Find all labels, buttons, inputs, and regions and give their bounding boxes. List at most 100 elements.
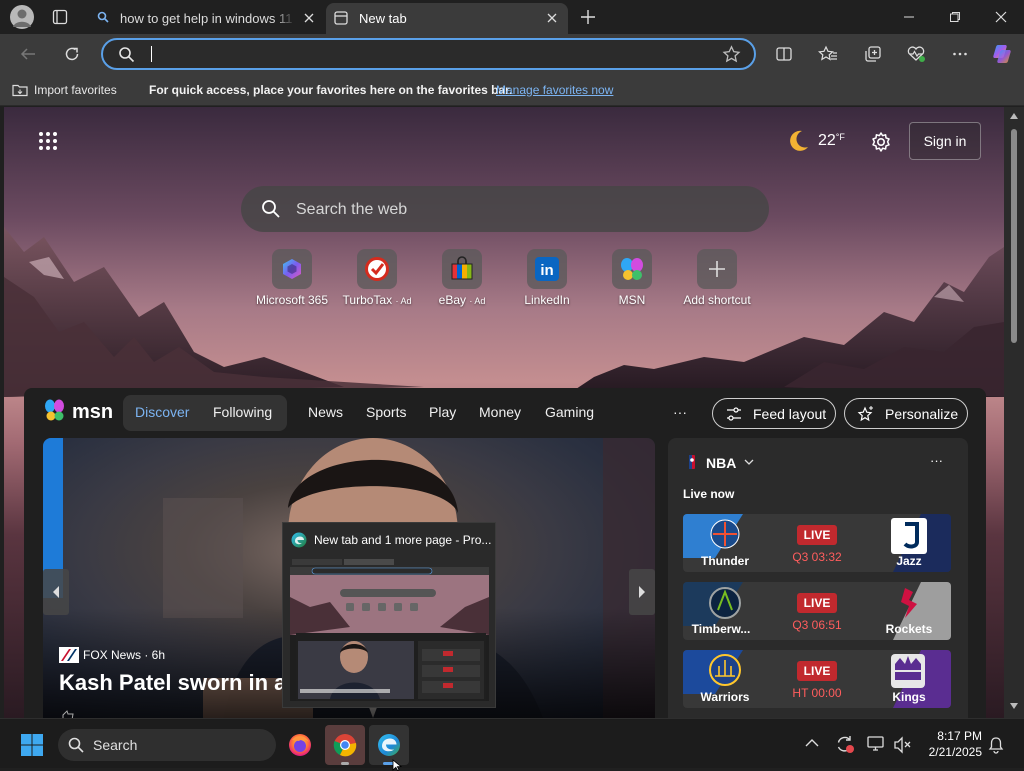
shortcut-linkedin[interactable]: in (527, 249, 567, 289)
chrome-icon (333, 734, 357, 757)
taskbar-search-box[interactable]: Search (58, 729, 276, 761)
add-shortcut-button[interactable] (697, 249, 737, 289)
tab-discover[interactable]: Discover (135, 404, 189, 420)
msn-brand: msn (72, 401, 114, 423)
page-scrollbar[interactable] (1004, 107, 1024, 718)
minimize-button[interactable] (886, 0, 932, 34)
sign-in-button[interactable]: Sign in (909, 122, 981, 160)
away-team: Jazz (896, 554, 922, 568)
scrollbar-thumb[interactable] (1011, 129, 1017, 343)
news-source: FOX News · 6h (83, 648, 166, 662)
search-placeholder: Search the web (296, 201, 408, 218)
collections-button[interactable] (857, 38, 889, 70)
mouse-cursor-icon (392, 759, 402, 771)
address-input-caret[interactable] (151, 46, 152, 62)
msn-logo-icon[interactable] (43, 398, 69, 424)
temperature-unit: °F (835, 132, 845, 142)
feed-layout-button[interactable]: Feed layout (712, 398, 836, 429)
apps-launcher-icon[interactable] (38, 131, 58, 151)
close-window-button[interactable] (978, 0, 1024, 34)
linkedin-icon: in (535, 257, 559, 281)
personalize-button[interactable]: Personalize (844, 398, 968, 429)
search-icon (68, 737, 84, 753)
carousel-next-button[interactable] (629, 569, 655, 615)
game-thunder-jazz[interactable]: LIVE Q3 03:32 Thunder Jazz (683, 514, 951, 572)
navigation-bar (0, 34, 1024, 74)
tab-following[interactable]: Following (213, 404, 272, 420)
nav-money[interactable]: Money (479, 404, 521, 420)
chevron-down-icon[interactable] (744, 459, 754, 466)
shortcut-ebay[interactable] (442, 249, 482, 289)
search-icon (118, 46, 135, 63)
windows-logo-icon (21, 734, 43, 756)
home-team: Timberw... (691, 622, 751, 636)
favorite-star-icon[interactable] (722, 45, 741, 64)
windows-taskbar: Search 8:17 PM 2/21/2025 (0, 718, 1024, 771)
nba-title[interactable]: NBA (706, 455, 736, 471)
bing-search-icon (97, 11, 109, 23)
live-badge: LIVE (797, 525, 837, 545)
page-settings-gear-icon[interactable] (870, 131, 892, 153)
weather-temperature[interactable]: 22°F (818, 132, 845, 150)
favorites-hint: For quick access, place your favorites h… (149, 82, 513, 97)
browser-essentials-button[interactable] (900, 38, 932, 70)
network-wired-icon[interactable] (866, 735, 886, 753)
taskbar-clock[interactable]: 8:17 PM 2/21/2025 (918, 728, 982, 760)
close-tab-icon[interactable] (301, 10, 317, 26)
address-bar[interactable] (101, 38, 756, 70)
basketball-icon (686, 455, 698, 469)
settings-more-button[interactable] (944, 38, 976, 70)
web-search-box[interactable]: Search the web (241, 186, 769, 232)
import-favorites-button[interactable]: Import favorites (12, 83, 117, 97)
start-button[interactable] (12, 725, 52, 765)
game-warriors-kings[interactable]: LIVE HT 00:00 Warriors Kings (683, 650, 951, 708)
microsoft-365-icon (283, 259, 301, 279)
like-icon[interactable] (61, 710, 75, 718)
tab-help-windows[interactable]: how to get help in windows 11 - B (87, 3, 325, 34)
back-button[interactable] (12, 38, 44, 70)
nba-more-button[interactable]: ··· (930, 453, 943, 468)
sync-alert-icon[interactable] (835, 734, 855, 754)
manage-favorites-link[interactable]: Manage favorites now (496, 83, 613, 97)
game-timberwolves-rockets[interactable]: LIVE Q3 06:51 Timberw... Rockets (683, 582, 951, 640)
tab-actions-icon[interactable] (52, 9, 68, 25)
away-team: Rockets (885, 622, 933, 636)
profile-avatar-icon[interactable] (10, 5, 34, 29)
new-tab-button[interactable] (579, 8, 597, 26)
show-hidden-icons-chevron-icon[interactable] (805, 738, 819, 747)
nav-sports[interactable]: Sports (366, 404, 406, 420)
sliders-icon (726, 406, 742, 422)
tab-new-tab[interactable]: New tab (326, 3, 568, 34)
taskbar-window-preview[interactable]: New tab and 1 more page - Pro... (282, 522, 496, 708)
tab-bar: how to get help in windows 11 - B New ta… (0, 0, 1024, 34)
away-team: Kings (892, 690, 926, 704)
chrome-taskbar-button[interactable] (325, 725, 365, 765)
shortcut-turbotax[interactable] (357, 249, 397, 289)
live-now-label: Live now (683, 487, 735, 501)
nav-play[interactable]: Play (429, 404, 456, 420)
nav-news[interactable]: News (308, 404, 343, 420)
firefox-taskbar-button[interactable] (280, 725, 320, 765)
speaker-muted-icon[interactable] (893, 736, 913, 754)
carousel-prev-button[interactable] (43, 569, 69, 615)
refresh-button[interactable] (56, 38, 88, 70)
favorites-bar: Import favorites For quick access, place… (0, 74, 1024, 106)
import-favorites-label: Import favorites (34, 82, 117, 97)
scroll-up-arrow-icon (1010, 113, 1018, 119)
nav-gaming[interactable]: Gaming (545, 404, 594, 420)
import-folder-icon (12, 83, 28, 97)
shortcut-msn[interactable] (612, 249, 652, 289)
moon-weather-icon[interactable] (785, 128, 811, 154)
edge-taskbar-button[interactable] (369, 725, 409, 765)
copilot-icon[interactable] (986, 38, 1018, 70)
split-screen-button[interactable] (768, 38, 800, 70)
shortcut-microsoft-365[interactable] (272, 249, 312, 289)
nav-more-button[interactable]: ··· (673, 404, 687, 420)
svg-text:in: in (540, 262, 553, 279)
news-headline[interactable]: Kash Patel sworn in a (59, 670, 286, 696)
tab-title: New tab (359, 11, 407, 26)
favorites-button[interactable] (812, 38, 844, 70)
close-tab-icon[interactable] (544, 10, 560, 26)
notification-bell-icon[interactable] (988, 736, 1004, 754)
restore-button[interactable] (932, 0, 978, 34)
